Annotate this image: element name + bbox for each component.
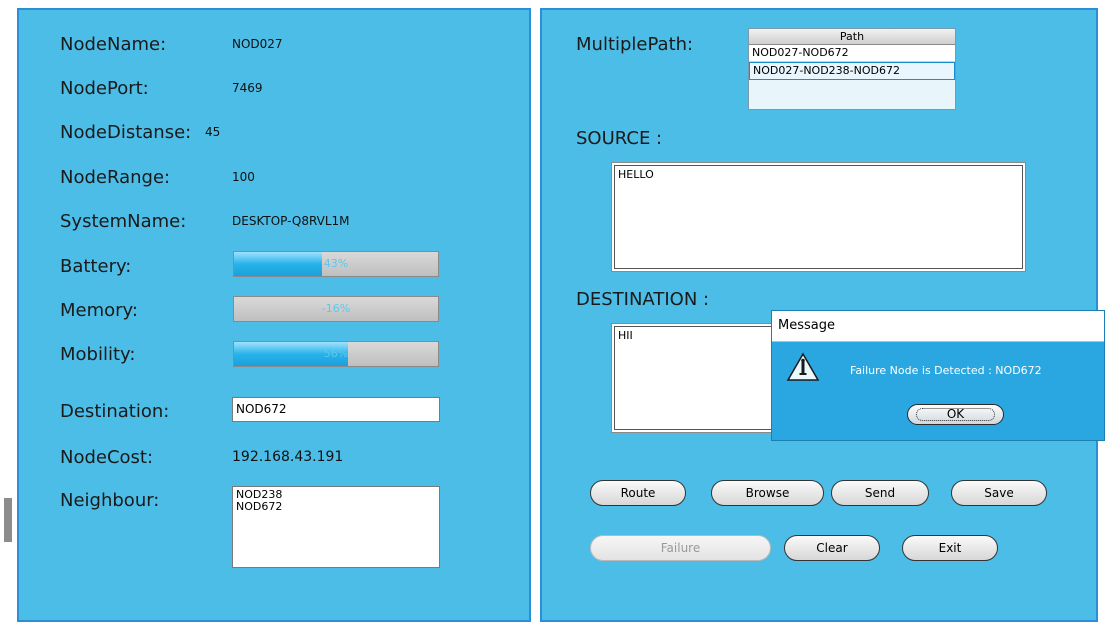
battery-progress-text: 43% bbox=[323, 257, 349, 270]
exit-button[interactable]: Exit bbox=[902, 535, 998, 561]
path-table[interactable]: Path NOD027-NOD672 NOD027-NOD238-NOD672 bbox=[748, 28, 956, 110]
list-item[interactable]: NOD672 bbox=[236, 501, 436, 513]
node-distance-label: NodeDistanse: bbox=[60, 122, 192, 143]
node-cost-value: 192.168.43.191 bbox=[232, 449, 344, 465]
source-textarea[interactable]: HELLO bbox=[611, 162, 1026, 272]
system-name-value: DESKTOP-Q8RVL1M bbox=[232, 214, 350, 228]
mobility-progress-text: 56% bbox=[323, 347, 349, 360]
scrollbar-stub[interactable] bbox=[4, 498, 12, 542]
failure-button[interactable]: Failure bbox=[590, 535, 771, 561]
dialog-title[interactable]: Message bbox=[772, 311, 1104, 342]
message-dialog: Message Failure Node is Detected : NOD67… bbox=[771, 310, 1105, 441]
system-name-label: SystemName: bbox=[60, 211, 187, 232]
table-row[interactable]: NOD027-NOD672 bbox=[749, 45, 955, 62]
node-port-value: 7469 bbox=[232, 81, 263, 95]
destination-label: Destination: bbox=[60, 401, 170, 422]
battery-label: Battery: bbox=[60, 256, 132, 277]
destination-msg-label: DESTINATION : bbox=[576, 289, 710, 310]
mobility-progress-bar: 56% bbox=[233, 341, 439, 367]
ok-button[interactable]: OK bbox=[907, 404, 1004, 425]
mobility-label: Mobility: bbox=[60, 344, 136, 365]
path-column-header[interactable]: Path bbox=[749, 29, 955, 45]
node-distance-value: 45 bbox=[205, 125, 221, 139]
source-text[interactable]: HELLO bbox=[614, 165, 1023, 269]
node-name-label: NodeName: bbox=[60, 34, 167, 55]
node-range-label: NodeRange: bbox=[60, 167, 171, 188]
neighbour-label: Neighbour: bbox=[60, 490, 160, 511]
battery-progress-bar: 43% bbox=[233, 251, 439, 277]
node-name-value: NOD027 bbox=[232, 37, 283, 51]
memory-label: Memory: bbox=[60, 300, 138, 321]
route-button[interactable]: Route bbox=[590, 480, 686, 506]
browse-button[interactable]: Browse bbox=[711, 480, 824, 506]
memory-progress-text: -16% bbox=[321, 302, 351, 315]
destination-input[interactable]: NOD672 bbox=[232, 397, 440, 422]
send-button[interactable]: Send bbox=[831, 480, 929, 506]
dialog-message: Failure Node is Detected : NOD672 bbox=[850, 364, 1042, 377]
ok-button-label: OK bbox=[946, 407, 965, 421]
warning-icon bbox=[786, 352, 820, 382]
save-button[interactable]: Save bbox=[951, 480, 1047, 506]
node-cost-label: NodeCost: bbox=[60, 447, 154, 468]
memory-progress-bar: -16% bbox=[233, 296, 439, 322]
multiple-path-label: MultiplePath: bbox=[576, 34, 694, 55]
table-row[interactable]: NOD027-NOD238-NOD672 bbox=[749, 62, 955, 80]
source-label: SOURCE : bbox=[576, 128, 663, 149]
node-range-value: 100 bbox=[232, 170, 255, 184]
clear-button[interactable]: Clear bbox=[784, 535, 880, 561]
neighbour-list[interactable]: NOD238 NOD672 bbox=[232, 486, 440, 568]
node-port-label: NodePort: bbox=[60, 78, 149, 99]
